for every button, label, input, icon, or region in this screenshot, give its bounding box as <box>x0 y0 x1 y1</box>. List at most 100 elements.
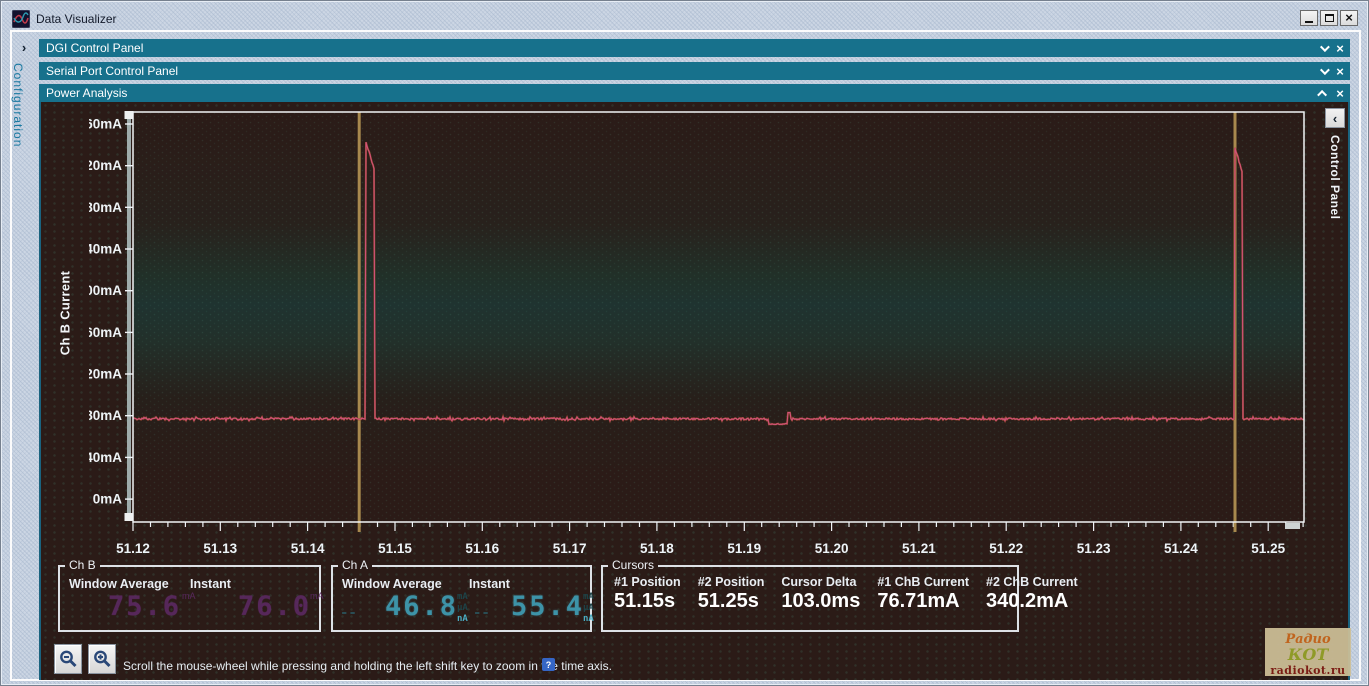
unit-label: mA <box>457 592 468 603</box>
x-axis-scroll-handle[interactable] <box>1285 523 1300 529</box>
zoom-in-button[interactable] <box>88 644 116 674</box>
unit-label: µA <box>583 603 594 614</box>
y-axis-scroll-handle-bottom[interactable] <box>125 513 134 521</box>
chevron-down-icon <box>1319 42 1329 52</box>
chb-instant-display: 76.0 <box>238 591 311 622</box>
y-axis-scroll-handle-top[interactable] <box>125 111 134 119</box>
y-axis-scrollbar[interactable] <box>127 113 131 521</box>
cursor-readout-value: 76.71mA <box>877 590 969 613</box>
sidebar-tab-configuration[interactable]: Configuration <box>11 63 25 147</box>
chb-instant-label: Instant <box>190 577 231 591</box>
y-tick-label: 40mA <box>89 450 122 465</box>
panel-header-serial-port[interactable]: Serial Port Control Panel × <box>39 62 1350 80</box>
sidebar-expand-button[interactable]: › <box>14 37 34 57</box>
chb-measurement-box: Ch B Window Average Instant 75.6 mA 76.0… <box>58 565 321 632</box>
close-panel-button[interactable]: × <box>1333 41 1347 55</box>
collapse-panel-button[interactable] <box>1316 86 1330 100</box>
cha-instant-units: mAµAnA <box>583 592 594 625</box>
unit-label: mA <box>583 592 594 603</box>
minimize-icon <box>1305 21 1313 23</box>
chevron-right-icon: › <box>22 40 26 55</box>
groupbox-legend: Cursors <box>608 558 658 572</box>
y-tick-label: 0mA <box>93 492 123 507</box>
panel-title: Power Analysis <box>46 86 127 100</box>
cursor-readout-label: Cursor Delta <box>781 575 860 589</box>
unit-label: nA <box>457 614 468 625</box>
y-tick-label: 160mA <box>89 325 122 340</box>
x-tick-label: 51.15 <box>378 541 412 556</box>
window-title: Data Visualizer <box>36 12 116 26</box>
cha-window-average-sign: -- <box>340 605 357 621</box>
tab-control-panel[interactable]: Control Panel <box>1328 135 1342 220</box>
cursor-readout-label: #1 Position <box>614 575 681 589</box>
cursor-readout-label: #2 Position <box>698 575 765 589</box>
minimize-button[interactable] <box>1300 10 1318 26</box>
zoom-hint-text: Scroll the mouse-wheel while pressing an… <box>123 659 612 673</box>
maximize-icon <box>1325 14 1334 22</box>
titlebar[interactable]: Data Visualizer × <box>1 1 1368 31</box>
zoom-out-button[interactable] <box>54 644 82 674</box>
cha-window-average-label: Window Average <box>342 577 442 591</box>
panel-title: DGI Control Panel <box>46 41 143 55</box>
chb-instant-unit: mA <box>310 591 324 601</box>
cursor-readout-value: 51.15s <box>614 590 681 613</box>
y-tick-label: 280mA <box>89 200 122 215</box>
cursor-readout: #2 Position51.25s <box>698 575 765 613</box>
chb-window-average-display: 75.6 <box>108 591 181 622</box>
expand-panel-button[interactable] <box>1316 64 1330 78</box>
time-cursor-1[interactable] <box>358 112 361 532</box>
data-visualizer-window: Data Visualizer × › Configuration DGI Co… <box>0 0 1369 686</box>
cursor-readout-label: #1 ChB Current <box>877 575 969 589</box>
panel-header-dgi-control[interactable]: DGI Control Panel × <box>39 39 1350 57</box>
x-tick-label: 51.20 <box>815 541 849 556</box>
y-tick-label: 320mA <box>89 158 122 173</box>
panel-header-power-analysis[interactable]: Power Analysis × <box>39 84 1350 102</box>
chb-window-average-label: Window Average <box>69 577 169 591</box>
control-panel-expand-button[interactable]: ‹ <box>1325 108 1345 128</box>
x-tick-label: 51.24 <box>1164 541 1198 556</box>
watermark-text-2: КОТ <box>1288 645 1328 664</box>
x-tick-label: 51.18 <box>640 541 674 556</box>
expand-panel-button[interactable] <box>1316 41 1330 55</box>
cursor-readout: #2 ChB Current340.2mA <box>986 575 1078 613</box>
groupbox-legend: Ch A <box>338 558 372 572</box>
y-tick-label: 120mA <box>89 367 122 382</box>
close-button[interactable]: × <box>1340 10 1358 26</box>
chb-window-average-unit: mA <box>182 591 196 601</box>
help-icon[interactable]: ? <box>542 658 555 671</box>
watermark-url: radiokot.ru <box>1265 664 1351 678</box>
cursor-readout: Cursor Delta103.0ms <box>781 575 860 613</box>
cursor-readout-value: 103.0ms <box>781 590 860 613</box>
cha-window-average-display: 46.8 <box>385 591 458 622</box>
x-tick-label: 51.13 <box>203 541 237 556</box>
chevron-left-icon: ‹ <box>1333 111 1337 126</box>
zoom-in-icon <box>93 650 112 669</box>
chevron-up-icon <box>1317 89 1327 99</box>
cha-measurement-box: Ch A Window Average Instant -- 46.8 mAµA… <box>331 565 592 632</box>
close-panel-button[interactable]: × <box>1333 86 1347 100</box>
y-tick-label: 200mA <box>89 283 122 298</box>
unit-label: µA <box>457 603 468 614</box>
cursor-readouts: #1 Position51.15s #2 Position51.25s Cursor… <box>614 575 1078 613</box>
x-tick-label: 51.14 <box>291 541 325 556</box>
app-logo-icon <box>12 10 30 28</box>
power-chart-svg[interactable]: 0mA40mA80mA120mA160mA200mA240mA280mA320m… <box>89 109 1311 561</box>
zoom-out-icon <box>59 650 78 669</box>
x-tick-label: 51.12 <box>116 541 150 556</box>
cha-instant-label: Instant <box>469 577 510 591</box>
cha-window-average-units: mAµAnA <box>457 592 468 625</box>
cha-instant-display: 55.4 <box>511 591 584 622</box>
close-panel-button[interactable]: × <box>1333 64 1347 78</box>
maximize-button[interactable] <box>1320 10 1338 26</box>
cursor-readout: #1 Position51.15s <box>614 575 681 613</box>
y-axis-title: Ch B Current <box>58 271 73 356</box>
x-tick-label: 51.23 <box>1077 541 1111 556</box>
chevron-down-icon <box>1319 65 1329 75</box>
x-tick-label: 51.21 <box>902 541 936 556</box>
groupbox-legend: Ch B <box>65 558 100 572</box>
cursor-readout: #1 ChB Current76.71mA <box>877 575 969 613</box>
x-tick-label: 51.25 <box>1251 541 1285 556</box>
panel-title: Serial Port Control Panel <box>46 64 178 78</box>
y-tick-label: 360mA <box>89 117 122 132</box>
x-tick-label: 51.17 <box>553 541 587 556</box>
